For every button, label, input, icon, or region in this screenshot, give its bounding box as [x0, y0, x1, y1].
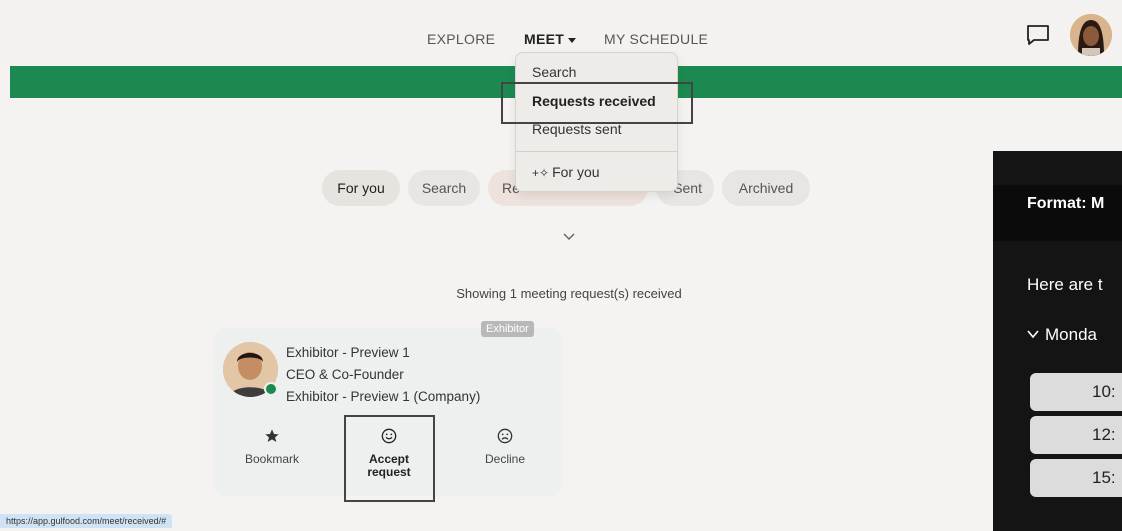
decline-button[interactable]: Decline [470, 428, 540, 466]
time-slot-2[interactable]: 12: [1030, 416, 1122, 454]
frown-icon [497, 428, 513, 444]
chat-icon[interactable] [1026, 24, 1050, 46]
bookmark-button[interactable]: Bookmark [237, 428, 307, 466]
menu-item-for-you[interactable]: +✧ For you [532, 164, 600, 180]
menu-item-search[interactable]: Search [532, 64, 576, 80]
format-label: Format: M [1027, 195, 1105, 212]
highlight-box [344, 415, 435, 502]
format-header [993, 185, 1122, 241]
tab-archived[interactable]: Archived [722, 170, 810, 206]
tab-for-you[interactable]: For you [322, 170, 400, 206]
nav-meet[interactable]: MEET [524, 31, 577, 47]
chevron-down-icon [1027, 325, 1039, 339]
nav-my-schedule[interactable]: MY SCHEDULE [604, 31, 708, 47]
highlight-box [501, 82, 693, 124]
exhibitor-badge: Exhibitor [481, 321, 534, 337]
menu-item-for-you-label: For you [552, 164, 600, 180]
requester-name[interactable]: Exhibitor - Preview 1 [286, 345, 410, 360]
requester-company: Exhibitor - Preview 1 (Company) [286, 389, 481, 404]
status-bar-url: https://app.gulfood.com/meet/received/# [0, 514, 173, 528]
nav-explore[interactable]: EXPLORE [427, 31, 495, 47]
online-status-dot [264, 382, 278, 396]
time-slot-1[interactable]: 10: [1030, 373, 1122, 411]
intro-text: Here are t [1027, 275, 1103, 294]
caret-down-icon [568, 37, 577, 43]
menu-divider [516, 151, 677, 152]
requester-title: CEO & Co-Founder [286, 367, 404, 382]
time-slot-3[interactable]: 15: [1030, 459, 1122, 497]
day-toggle[interactable]: Monda [1027, 325, 1097, 345]
user-avatar[interactable] [1070, 14, 1112, 56]
tab-search[interactable]: Search [408, 170, 480, 206]
results-count: Showing 1 meeting request(s) received [456, 286, 682, 301]
bookmark-label: Bookmark [244, 452, 300, 466]
day-label: Monda [1045, 325, 1097, 344]
schedule-side-panel: Format: M Here are t Monda 10: 12: 15: [993, 151, 1122, 531]
star-icon [265, 429, 279, 442]
nav-meet-label: MEET [524, 31, 565, 47]
sparkle-icon: +✧ [532, 166, 550, 180]
decline-label: Decline [484, 452, 526, 466]
chevron-down-icon[interactable] [562, 232, 576, 242]
